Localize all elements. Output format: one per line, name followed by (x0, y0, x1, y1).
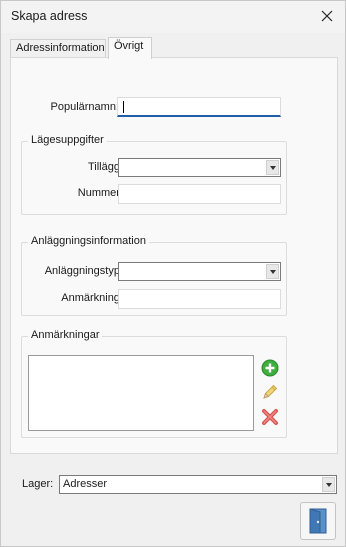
nummer-input[interactable] (118, 184, 281, 204)
lager-value: Adresser (63, 478, 108, 490)
anmarkningar-group: Anmärkningar (21, 329, 287, 438)
door-exit-icon (309, 508, 327, 534)
tab-ovrigt[interactable]: Övrigt (108, 37, 152, 59)
chevron-down-icon[interactable] (266, 160, 279, 175)
delete-anmarkning-button[interactable] (259, 406, 281, 428)
lager-label: Lager: (22, 478, 54, 490)
tab-adressinformation[interactable]: Adressinformation (10, 39, 106, 58)
popularnamn-label: Populärnamn: (50, 101, 120, 113)
tab-panel-ovrigt: Populärnamn: Lägesuppgifter Tillägg: Num… (10, 57, 338, 454)
edit-pencil-icon (263, 384, 278, 399)
anmarkningar-title: Anmärkningar (28, 329, 103, 341)
close-button[interactable] (313, 3, 341, 29)
tillagg-dropdown[interactable] (118, 158, 281, 177)
anmarkning-label: Anmärkning: (61, 292, 123, 304)
lagesuppgifter-group: Lägesuppgifter Tillägg: Nummer: (21, 134, 287, 215)
anmarkning-input[interactable] (118, 289, 281, 309)
anlaggningstyp-dropdown[interactable] (118, 262, 281, 281)
title-bar: Skapa adress (1, 1, 345, 33)
popularnamn-input[interactable] (117, 97, 281, 117)
anmarkningar-list[interactable] (28, 355, 254, 431)
anlaggningstyp-label: Anläggningstyp: (44, 265, 123, 277)
tab-label: Övrigt (114, 40, 144, 52)
exit-button[interactable] (300, 502, 336, 540)
delete-x-icon (262, 409, 278, 425)
anlaggningsinformation-title: Anläggningsinformation (28, 235, 149, 247)
chevron-down-icon[interactable] (322, 477, 335, 492)
edit-anmarkning-button[interactable] (259, 381, 281, 403)
text-caret (123, 101, 124, 113)
tab-label: Adressinformation (16, 42, 105, 54)
add-icon (261, 359, 279, 377)
close-icon (321, 10, 333, 22)
nummer-label: Nummer: (77, 187, 123, 199)
chevron-down-icon[interactable] (266, 264, 279, 279)
anlaggningsinformation-group: Anläggningsinformation Anläggningstyp: A… (21, 235, 287, 316)
window-title: Skapa adress (11, 9, 88, 23)
add-anmarkning-button[interactable] (259, 357, 281, 379)
dialog-window: Skapa adress Adressinformation Övrigt Po… (0, 0, 346, 547)
lager-dropdown[interactable]: Adresser (59, 475, 337, 494)
lagesuppgifter-title: Lägesuppgifter (28, 134, 107, 146)
